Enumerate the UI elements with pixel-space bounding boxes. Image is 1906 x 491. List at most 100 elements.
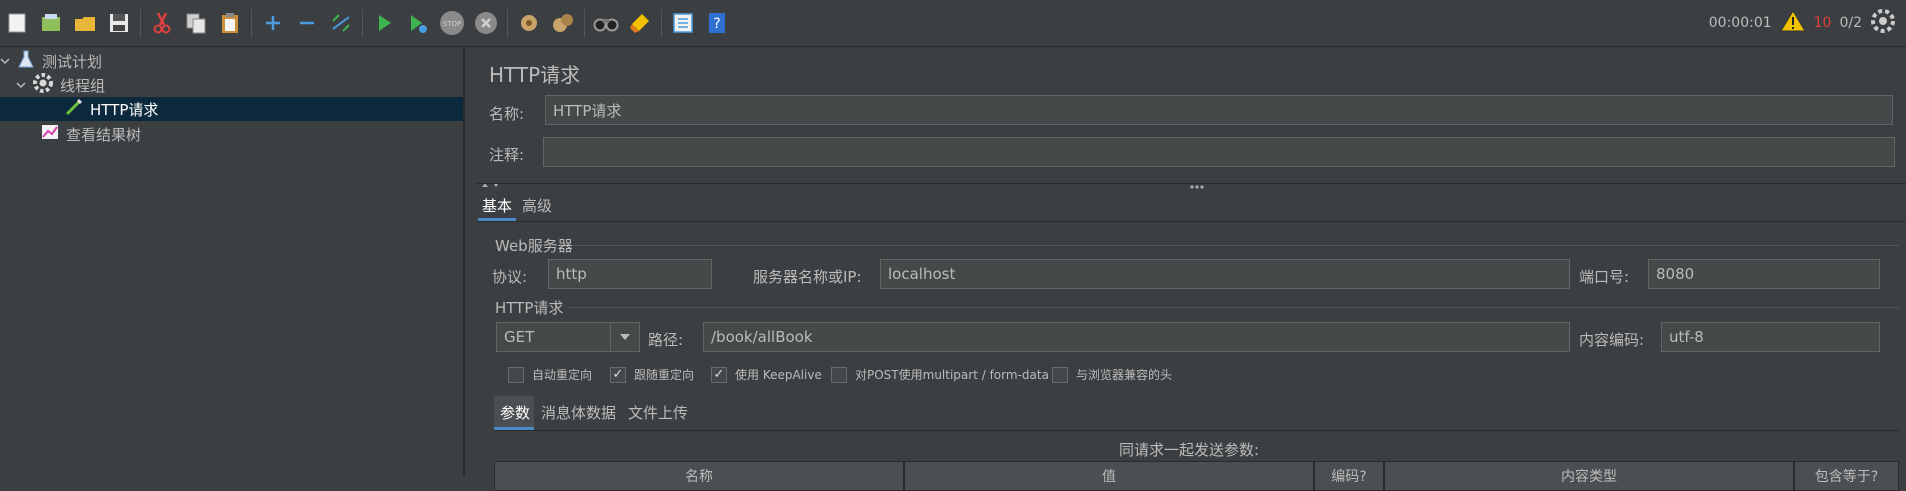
server-field[interactable]: localhost [880, 259, 1570, 289]
collapse-icon[interactable] [290, 6, 324, 40]
checkbox-box[interactable] [508, 366, 524, 383]
column-header-content-type[interactable]: 内容类型 [1384, 461, 1794, 491]
chevron-down-icon[interactable] [0, 52, 10, 70]
toolbar-separator [661, 9, 662, 37]
port-field[interactable]: 8080 [1648, 259, 1880, 289]
column-header-name[interactable]: 名称 [494, 461, 904, 491]
paste-icon[interactable] [213, 6, 247, 40]
templates-icon[interactable] [34, 6, 68, 40]
checkbox-box[interactable]: ✓ [711, 366, 727, 383]
start-icon[interactable] [367, 6, 401, 40]
checkbox-keepalive[interactable]: ✓ 使用 KeepAlive [711, 366, 822, 383]
tab-advanced[interactable]: 高级 [522, 195, 552, 216]
tree-item-label: 查看结果树 [66, 125, 142, 144]
comment-field[interactable] [543, 137, 1895, 167]
encoding-label: 内容编码: [1579, 331, 1645, 349]
tabs-divider [477, 221, 1906, 222]
save-icon[interactable] [102, 6, 136, 40]
checkbox-auto-redirect[interactable]: 自动重定向 [508, 366, 592, 383]
open-icon[interactable] [68, 6, 102, 40]
cut-icon[interactable] [145, 6, 179, 40]
status-area: 00:00:01 10 0/2 [1709, 0, 1896, 46]
test-plan-tree: 测试计划 线程组 HTTP请求 查看结果树 [0, 47, 465, 477]
toolbar: STOP ? 00:00:01 10 0/2 [0, 0, 1906, 47]
tab-params[interactable]: 参数 [500, 402, 530, 423]
tree-item-label: HTTP请求 [90, 100, 159, 119]
subtabs-divider [494, 430, 1899, 431]
svg-text:STOP: STOP [443, 20, 461, 28]
toggle-icon[interactable] [324, 6, 358, 40]
tree-item-test-plan[interactable]: 测试计划 [0, 49, 102, 73]
thread-count: 0/2 [1839, 15, 1862, 31]
toolbar-separator [140, 9, 141, 37]
checkbox-label: 使用 KeepAlive [735, 368, 822, 382]
svg-text:?: ? [713, 16, 720, 32]
pipette-icon [64, 97, 84, 121]
checkbox-label: 对POST使用multipart / form-data [855, 368, 1049, 382]
chevron-down-icon[interactable] [610, 323, 639, 351]
column-header-encode[interactable]: 编码? [1314, 461, 1384, 491]
server-label: 服务器名称或IP: [753, 268, 862, 286]
warning-count: 10 [1813, 15, 1832, 31]
path-label: 路径: [648, 331, 684, 349]
warning-icon[interactable] [1779, 9, 1806, 37]
new-icon[interactable] [0, 6, 34, 40]
tab-body-data[interactable]: 消息体数据 [541, 402, 616, 423]
graph-icon [40, 122, 60, 146]
comment-label: 注释: [489, 146, 525, 164]
toolbar-separator [251, 9, 252, 37]
http-request-group-title: HTTP请求 [495, 299, 564, 317]
tree-item-thread-group[interactable]: 线程组 [16, 73, 105, 97]
tab-basic[interactable]: 基本 [482, 195, 512, 216]
tree-item-http-request[interactable]: HTTP请求 [0, 97, 463, 121]
function-helper-icon[interactable] [666, 6, 700, 40]
tree-item-label: 线程组 [60, 76, 106, 95]
checkbox-label: 跟随重定向 [634, 368, 695, 382]
elapsed-timer: 00:00:01 [1708, 15, 1772, 31]
web-server-group-title: Web服务器 [495, 237, 573, 255]
protocol-label: 协议: [492, 268, 528, 286]
reset-search-icon[interactable] [623, 6, 657, 40]
gear-icon[interactable] [1870, 8, 1896, 38]
method-value: GET [504, 328, 535, 346]
chevron-down-icon[interactable] [16, 76, 26, 94]
name-label: 名称: [489, 105, 525, 123]
toolbar-separator [507, 9, 508, 37]
splitter-handle-icon[interactable] [1189, 176, 1205, 194]
name-field[interactable]: HTTP请求 [545, 95, 1893, 125]
checkbox-label: 与浏览器兼容的头 [1076, 368, 1173, 382]
stop-icon[interactable]: STOP [435, 6, 469, 40]
clear-all-icon[interactable] [546, 6, 580, 40]
tree-item-label: 测试计划 [42, 52, 103, 71]
checkbox-multipart[interactable]: 对POST使用multipart / form-data [831, 366, 1049, 383]
group-border [573, 245, 1899, 246]
flask-icon [16, 49, 36, 73]
encoding-field[interactable]: utf-8 [1661, 322, 1880, 352]
checkbox-browser-headers[interactable]: 与浏览器兼容的头 [1052, 366, 1172, 383]
path-field[interactable]: /book/allBook [703, 322, 1570, 352]
method-select[interactable]: GET [496, 322, 640, 352]
checkbox-follow-redirects[interactable]: ✓ 跟随重定向 [610, 366, 694, 383]
port-label: 端口号: [1579, 268, 1630, 286]
panel-title: HTTP请求 [489, 63, 581, 87]
shutdown-icon[interactable] [469, 6, 503, 40]
clear-icon[interactable] [512, 6, 546, 40]
toolbar-separator [584, 9, 585, 37]
column-header-value[interactable]: 值 [904, 461, 1314, 491]
copy-icon[interactable] [179, 6, 213, 40]
protocol-field[interactable]: http [548, 259, 712, 289]
params-caption: 同请求一起发送参数: [1119, 441, 1260, 459]
help-icon[interactable]: ? [700, 6, 734, 40]
start-no-pause-icon[interactable] [401, 6, 435, 40]
search-icon[interactable] [589, 6, 623, 40]
tree-item-view-results-tree[interactable]: 查看结果树 [40, 122, 141, 146]
checkbox-box[interactable]: ✓ [610, 366, 626, 383]
checkbox-label: 自动重定向 [532, 368, 593, 382]
checkbox-box[interactable] [831, 366, 847, 383]
column-header-include-equals[interactable]: 包含等于? [1794, 461, 1899, 491]
expand-icon[interactable] [256, 6, 290, 40]
group-border [568, 307, 1899, 308]
splitter-arrows-icon[interactable] [481, 175, 507, 193]
tab-file-upload[interactable]: 文件上传 [628, 402, 688, 423]
checkbox-box[interactable] [1052, 366, 1068, 383]
